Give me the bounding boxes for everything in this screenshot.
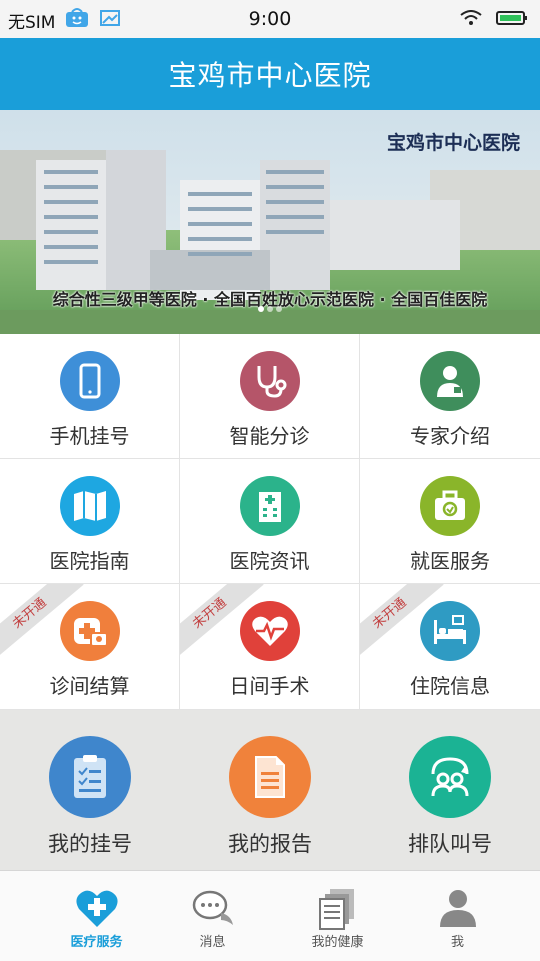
map-icon [60,476,120,536]
report-icon [229,736,311,818]
grid-item-inpatient-info[interactable]: 未开通 住院信息 [360,584,540,710]
health-records-icon [319,889,354,930]
hospital-banner[interactable]: 宝鸡市中心医院 综合性三级甲等医院 · 全国百姓放心示范医院 · 全国百佳医院 [0,110,540,334]
grid-item-label: 医院资讯 [229,549,310,573]
carousel-dot [267,306,273,312]
grid-item-label: 专家介绍 [410,424,490,448]
medical-kit-icon [420,476,480,536]
my-registration-button[interactable]: 我的挂号 [0,736,180,866]
my-report-label: 我的报告 [228,832,312,856]
clock: 9:00 [248,8,292,30]
bottom-tab-bar: 医疗服务 消息 我的健康 我 [0,870,540,961]
hospital-building-icon [240,476,300,536]
grid-item-consultation-settlement[interactable]: 未开通 诊间结算 [0,584,180,710]
medical-payment-icon [60,601,120,661]
grid-item-label: 住院信息 [410,674,490,698]
tab-label: 消息 [199,935,226,950]
queue-call-button[interactable]: 排队叫号 [360,736,540,866]
grid-item-label: 智能分诊 [229,424,310,448]
grid-item-mobile-registration[interactable]: 手机挂号 [0,334,180,459]
my-report-button[interactable]: 我的报告 [180,736,360,866]
tab-label: 医疗服务 [70,935,123,950]
heart-pulse-icon [240,601,300,661]
carousel-indicator [258,306,282,312]
grid-item-medical-service[interactable]: 就医服务 [360,459,540,584]
tab-medical-service[interactable]: 医疗服务 [29,871,164,961]
grid-item-hospital-news[interactable]: 医院资讯 [180,459,360,584]
grid-item-expert-intro[interactable]: 专家介绍 [360,334,540,459]
queue-icon [409,736,491,818]
tab-me[interactable]: 我 [390,871,525,961]
queue-call-label: 排队叫号 [408,832,492,856]
my-registration-label: 我的挂号 [48,832,132,856]
tab-my-health[interactable]: 我的健康 [270,871,405,961]
grid-item-label: 手机挂号 [49,424,130,448]
grid-item-day-surgery[interactable]: 未开通 日间手术 [180,584,360,710]
grid-item-label: 就医服务 [410,549,490,573]
banner-logo-text: 宝鸡市中心医院 [386,132,520,154]
grid-item-label: 医院指南 [49,549,130,573]
wifi-icon [460,10,482,31]
tab-label: 我的健康 [311,935,364,950]
chat-icon [192,890,233,925]
status-bar: 无SIM 9:00 [0,0,540,38]
tab-label: 我 [450,935,464,950]
carousel-dot [258,306,264,312]
tab-messages[interactable]: 消息 [145,871,280,961]
quick-actions: 我的挂号 我的报告 排队叫号 [0,710,540,870]
grid-item-label: 日间手术 [229,674,310,698]
phone-icon [60,351,120,411]
clipboard-icon [49,736,131,818]
service-grid: 手机挂号 智能分诊 专家介绍 医院指南 医院资讯 就医服务 未开通 诊间结算 未… [0,334,540,710]
carousel-dot [276,306,282,312]
doctor-icon [420,351,480,411]
page-title: 宝鸡市中心医院 [0,38,540,110]
battery-icon [496,10,528,31]
grid-item-hospital-guide[interactable]: 医院指南 [0,459,180,584]
heart-plus-icon [76,890,118,927]
grid-item-label: 诊间结算 [49,674,130,698]
grid-item-smart-triage[interactable]: 智能分诊 [180,334,360,459]
stethoscope-icon [240,351,300,411]
hospital-bed-icon [420,601,480,661]
person-icon [440,890,476,927]
